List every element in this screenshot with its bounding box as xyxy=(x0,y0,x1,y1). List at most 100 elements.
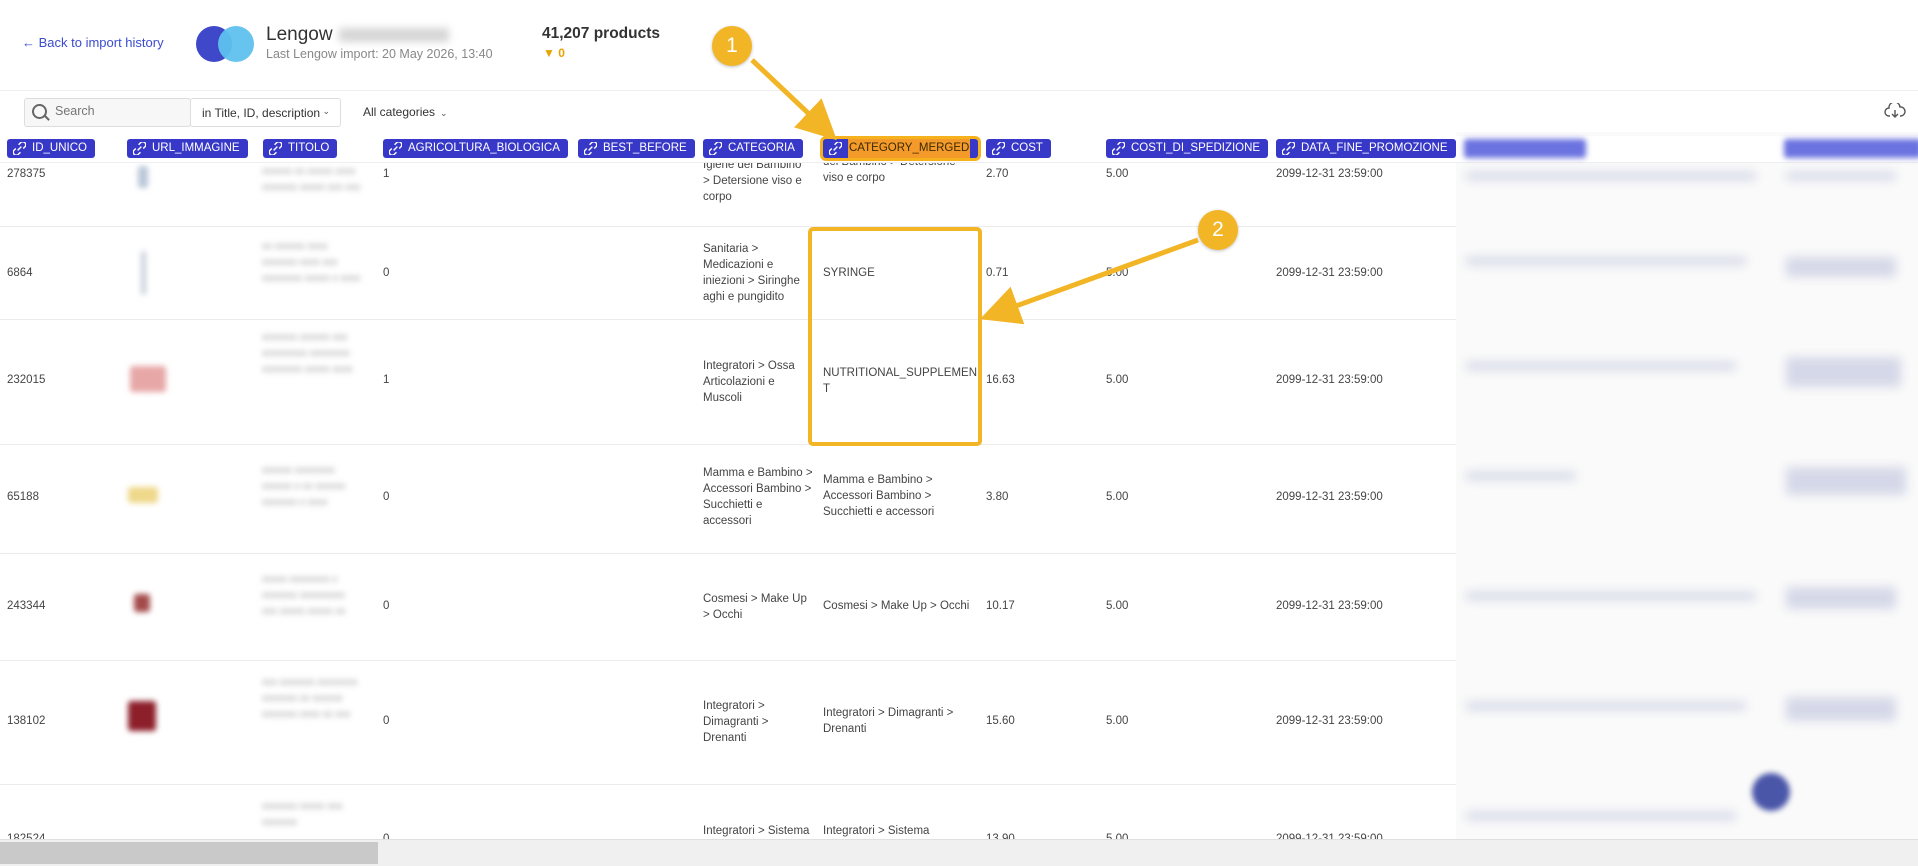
column-header-data-fine-promozione[interactable]: DATA_FINE_PROMOZIONE xyxy=(1276,139,1456,158)
cell-cost: 16.63 xyxy=(986,374,1015,386)
cell-categoria: Integratori > Sistema xyxy=(703,825,810,837)
last-import-text: Last Lengow import: 20 May 2026, 13:40 xyxy=(266,47,493,61)
cloud-download-icon[interactable] xyxy=(1884,103,1906,119)
cell-id-unico: 65188 xyxy=(7,491,39,503)
chevron-down-icon: ⌄ xyxy=(440,108,448,118)
cell-cost: 10.17 xyxy=(986,600,1015,612)
table-row[interactable]: 243344 xxxxx xxxxxxxx x xxxxxxx xxxxxxxx… xyxy=(0,554,1456,661)
cell-data-fine-promozione: 2099-12-31 23:59:00 xyxy=(1276,267,1383,279)
search-input[interactable] xyxy=(53,103,187,119)
link-icon xyxy=(829,142,842,155)
product-thumbnail xyxy=(128,701,156,731)
link-icon xyxy=(992,142,1005,155)
products-delta: ▼ 0 xyxy=(543,46,565,60)
cell-agricoltura-biologica: 1 xyxy=(383,374,390,386)
cell-cost: 15.60 xyxy=(986,715,1015,727)
page-header: ← Back to import history Lengow Last Len… xyxy=(0,0,1918,91)
table-row[interactable]: 6864 xx xxxxxx xxxx xxxxxxx xxxx xxx xxx… xyxy=(0,227,1456,320)
cell-cost: 3.80 xyxy=(986,491,1009,503)
cell-titolo-blurred: xxxxxx xx xxxxx xxxx xxxxxxx xxxxx xxx x… xyxy=(262,166,361,193)
link-icon xyxy=(389,142,402,155)
account-name: Lengow xyxy=(266,24,449,46)
table-row[interactable]: 278375 xxxxxx xx xxxxx xxxx xxxxxxx xxxx… xyxy=(0,162,1456,227)
cell-titolo-blurred: xxxxxxx xxxxxx xxx xxxxxxxxx xxxxxxxx xx… xyxy=(262,332,353,375)
horizontal-scrollbar[interactable] xyxy=(0,839,1918,866)
column-header-hidden[interactable]: x xyxy=(1464,139,1586,158)
cell-costi-di-spedizione: 5.00 xyxy=(1106,374,1129,386)
column-header-url-immagine[interactable]: URL_IMMAGINE xyxy=(127,139,248,158)
table-row[interactable]: 65188 xxxxxx xxxxxxxx xxxxxx x xx xxxxxx… xyxy=(0,445,1456,554)
cell-data-fine-promozione: 2099-12-31 23:59:00 xyxy=(1276,168,1383,180)
scrollbar-thumb[interactable] xyxy=(0,842,378,864)
product-thumbnail xyxy=(141,251,146,295)
link-icon xyxy=(584,142,597,155)
cell-categoria: Integratori > Ossa Articolazioni e Musco… xyxy=(703,360,795,404)
cell-costi-di-spedizione: 5.00 xyxy=(1106,833,1129,839)
cell-agricoltura-biologica: 0 xyxy=(383,267,390,279)
product-thumbnail xyxy=(134,594,150,612)
search-icon xyxy=(32,104,47,119)
cell-cost: 2.70 xyxy=(986,168,1009,180)
cell-id-unico: 278375 xyxy=(7,168,46,180)
chevron-down-icon: ⌄ xyxy=(322,106,330,116)
search-box[interactable] xyxy=(24,98,191,127)
products-count: 41,207 products xyxy=(542,25,661,42)
cell-costi-di-spedizione: 5.00 xyxy=(1106,491,1129,503)
cell-id-unico: 182524 xyxy=(7,833,46,839)
cell-data-fine-promozione: 2099-12-31 23:59:00 xyxy=(1276,374,1383,386)
table-row[interactable]: 182524 xxxxxxx xxxxx xxx xxxxxxx 0 Integ… xyxy=(0,785,1456,839)
column-header-best-before[interactable]: BEST_BEFORE xyxy=(578,139,695,158)
column-header-category-merged[interactable]: CATEGORY_MERGED xyxy=(823,139,979,158)
cell-costi-di-spedizione: 5.00 xyxy=(1106,600,1129,612)
back-to-import-history-link[interactable]: ← Back to import history xyxy=(22,35,164,50)
cell-titolo-blurred: xxx xxxxxxx xxxxxxxx xxxxxxx xx xxxxxx x… xyxy=(262,677,358,720)
callout-2: 2 xyxy=(1198,210,1238,250)
column-header-hidden[interactable]: x xyxy=(1784,139,1918,158)
table-row[interactable]: 232015 xxxxxxx xxxxxx xxx xxxxxxxxx xxxx… xyxy=(0,320,1456,445)
cell-titolo-blurred: xx xxxxxx xxxx xxxxxxx xxxx xxx xxxxxxxx… xyxy=(262,241,361,284)
cell-titolo-blurred: xxxxxxx xxxxx xxx xxxxxxx xyxy=(262,801,343,828)
cell-agricoltura-biologica: 0 xyxy=(383,833,390,839)
cell-id-unico: 243344 xyxy=(7,600,46,612)
cell-id-unico: 6864 xyxy=(7,267,33,279)
cell-categoria: Igiene del Bambino > Detersione viso e c… xyxy=(703,162,802,203)
cell-id-unico: 138102 xyxy=(7,715,46,727)
link-icon xyxy=(133,142,146,155)
column-header-id-unico[interactable]: ID_UNICO xyxy=(7,139,95,158)
callout-1: 1 xyxy=(712,26,752,66)
table-row[interactable]: 138102 xxx xxxxxxx xxxxxxxx xxxxxxx xx x… xyxy=(0,661,1456,785)
chat-avatar[interactable] xyxy=(1752,773,1790,811)
link-icon xyxy=(709,142,722,155)
product-thumbnail xyxy=(128,487,158,503)
cell-categoria: Cosmesi > Make Up > Occhi xyxy=(703,593,807,621)
cell-category-merged: del Bambino > Detersione viso e corpo xyxy=(823,162,956,184)
column-header-costi-di-spedizione[interactable]: COSTI_DI_SPEDIZIONE xyxy=(1106,139,1269,158)
cell-category-merged: Integratori > Sistema xyxy=(823,825,930,837)
categories-filter[interactable]: All categories ⌄ xyxy=(363,105,448,119)
column-header-titolo[interactable]: TITOLO xyxy=(263,139,338,158)
product-thumbnail xyxy=(130,366,166,392)
cell-agricoltura-biologica: 1 xyxy=(383,168,390,180)
cell-titolo-blurred: xxxxx xxxxxxxx x xxxxxxx xxxxxxxxx xxx x… xyxy=(262,574,346,617)
link-icon xyxy=(269,142,282,155)
cell-data-fine-promozione: 2099-12-31 23:59:00 xyxy=(1276,833,1383,839)
link-icon xyxy=(1112,142,1125,155)
link-icon xyxy=(13,142,26,155)
column-header-categoria[interactable]: CATEGORIA xyxy=(703,139,803,158)
cell-titolo-blurred: xxxxxx xxxxxxxx xxxxxx x xx xxxxxx xxxxx… xyxy=(262,465,346,508)
cell-categoria: Mamma e Bambino > Accessori Bambino > Su… xyxy=(703,467,813,527)
cell-data-fine-promozione: 2099-12-31 23:59:00 xyxy=(1276,715,1383,727)
column-header-row: ID_UNICO URL_IMMAGINE TITOLO AGRICOLTURA… xyxy=(0,136,1918,163)
cell-categoria: Sanitaria > Medicazioni e iniezioni > Si… xyxy=(703,243,800,303)
cell-agricoltura-biologica: 0 xyxy=(383,715,390,727)
search-scope-select[interactable]: in Title, ID, description ⌄ xyxy=(190,98,341,127)
cell-category-merged: Mamma e Bambino > Accessori Bambino > Su… xyxy=(823,474,935,518)
highlight-box xyxy=(808,227,982,446)
link-icon xyxy=(1282,142,1295,155)
column-header-agricoltura-biologica[interactable]: AGRICOLTURA_BIOLOGICA xyxy=(383,139,568,158)
toolbar: in Title, ID, description ⌄ All categori… xyxy=(0,90,1918,132)
column-header-cost[interactable]: COST xyxy=(986,139,1051,158)
categories-filter-label: All categories xyxy=(363,105,436,119)
cell-agricoltura-biologica: 0 xyxy=(383,600,390,612)
cell-costi-di-spedizione: 5.00 xyxy=(1106,267,1129,279)
